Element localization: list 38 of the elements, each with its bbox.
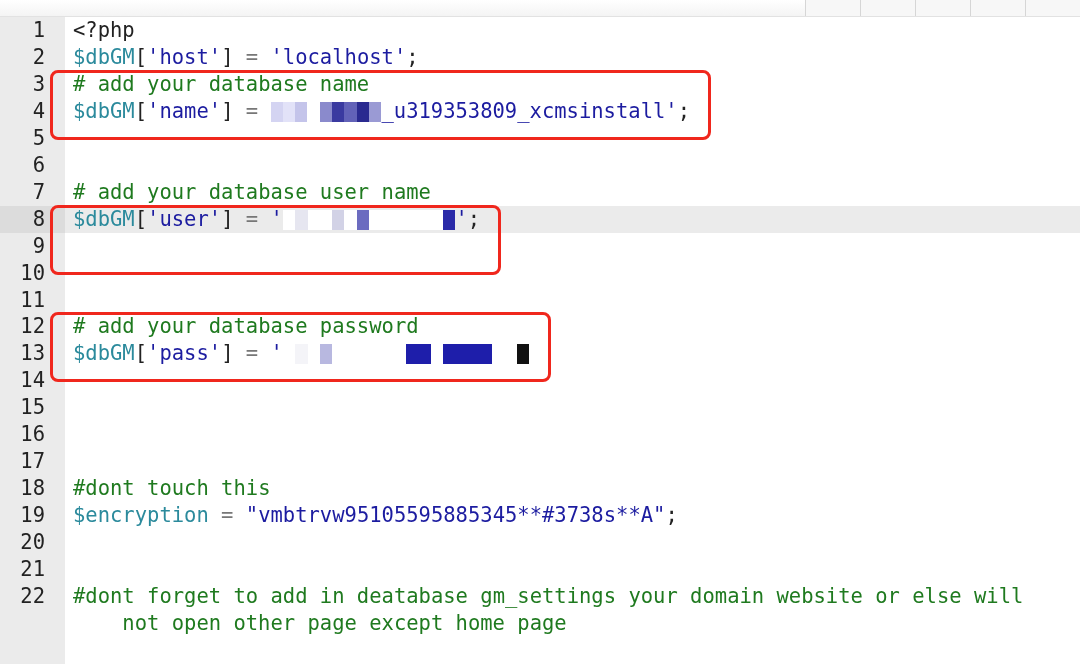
code-line: $dbGM['host'] = 'localhost'; [72, 43, 420, 71]
line-number: 12 [19, 313, 46, 341]
line-number: 1 [31, 17, 46, 44]
toolbar-button[interactable] [860, 0, 915, 16]
line-number: 14 [19, 367, 46, 395]
line-number: 10 [19, 259, 46, 287]
toolbar-button[interactable] [805, 0, 860, 16]
line-number: 3 [31, 70, 46, 98]
line-number: 18 [19, 475, 46, 503]
line-number: 4 [31, 97, 46, 125]
code-line: # add your database user name [72, 178, 432, 206]
line-number: 11 [19, 286, 46, 314]
code-line: $dbGM['name'] = _u319353809_xcmsinstall'; [72, 97, 691, 125]
line-number: 8 [0, 205, 65, 233]
code-line: <?php [72, 17, 136, 44]
line-number: 2 [31, 43, 46, 71]
line-number: 9 [31, 232, 46, 260]
code-line: # add your database name [72, 70, 371, 98]
line-number: 17 [19, 448, 46, 476]
code-line: $dbGM['pass'] = ' [65, 340, 1080, 368]
line-number: 7 [31, 178, 46, 206]
line-number: 21 [19, 556, 46, 583]
line-number: 13 [19, 340, 46, 368]
code-line: #dont touch this [72, 475, 272, 503]
toolbar-button[interactable] [915, 0, 970, 16]
line-number: 6 [31, 151, 46, 179]
code-line: #dont forget to add in deatabase gm_settings your domain website or else will not open other page except home page [72, 583, 1025, 637]
line-number: 19 [19, 502, 46, 530]
code-line: # add your database password [72, 313, 420, 341]
line-number: 22 [19, 583, 46, 610]
code-line: $dbGM['user'] = ' '; [72, 205, 482, 233]
line-number: 20 [19, 529, 46, 557]
line-number: 5 [31, 124, 46, 152]
toolbar-button[interactable] [970, 0, 1025, 16]
code-line: $encryption = "vmbtrvw95105595885345**#3738s**A"; [72, 502, 679, 530]
line-number: 16 [19, 421, 46, 449]
toolbar-button[interactable] [1025, 0, 1080, 16]
line-number: 15 [19, 394, 46, 422]
